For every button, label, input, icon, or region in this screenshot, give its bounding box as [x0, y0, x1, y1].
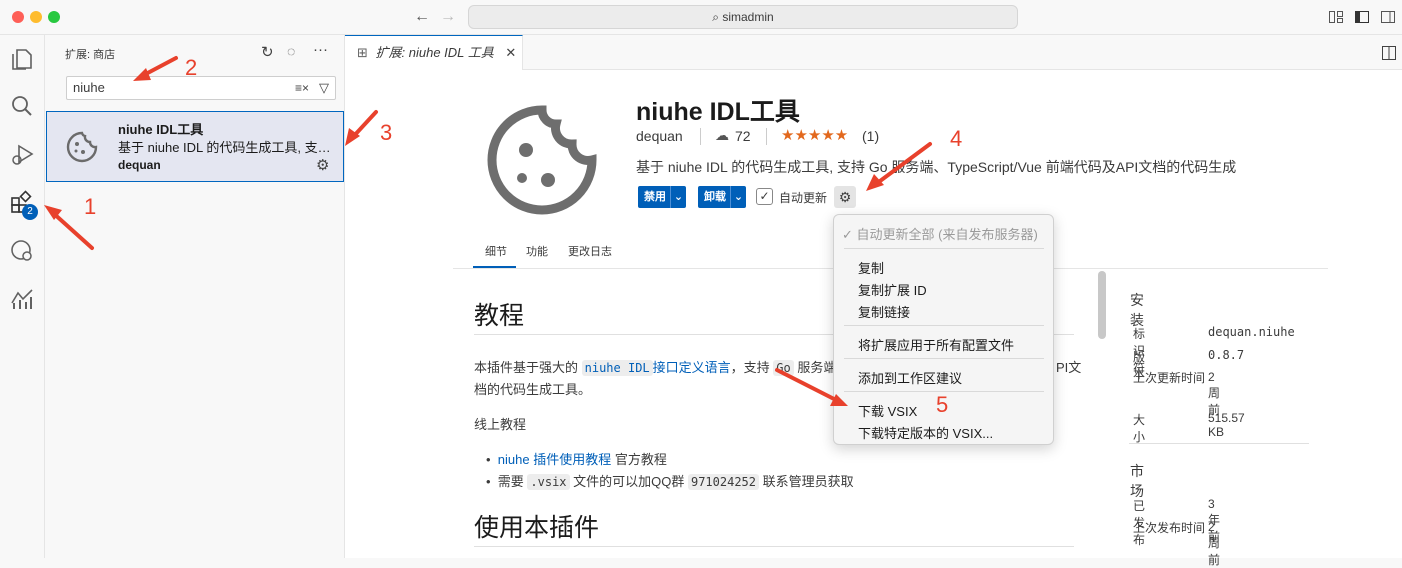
divider — [700, 128, 701, 145]
search-icon: ⌕ — [712, 10, 723, 24]
remote-explorer-icon[interactable] — [8, 237, 36, 265]
manage-gear-icon[interactable]: ⚙ — [316, 156, 329, 174]
tutorial-link[interactable]: niuhe 插件使用教程 — [498, 452, 611, 467]
menu-separator — [844, 358, 1044, 359]
rating-stars[interactable]: ★★★★★ — [781, 126, 848, 144]
search-icon[interactable] — [8, 92, 36, 120]
menu-item-apply-all-profiles[interactable]: 将扩展应用于所有配置文件 — [858, 335, 1014, 354]
tab-extension[interactable]: ⊞ 扩展: niuhe IDL 工具 ✕ — [345, 35, 523, 70]
extension-item-publisher: dequan — [118, 158, 161, 172]
scrollbar-thumb[interactable] — [1098, 271, 1106, 339]
menu-item-download-specific-vsix[interactable]: 下载特定版本的 VSIX... — [858, 423, 993, 442]
menu-separator — [844, 325, 1044, 326]
close-tab-icon[interactable]: ✕ — [505, 45, 516, 60]
identifier-value: dequan.niuhe — [1208, 325, 1295, 339]
menu-item-auto-update-all: ✓ 自动更新全部 (来自发布服务器) — [842, 227, 1038, 242]
last-updated-label: 上次更新时间 — [1133, 371, 1206, 385]
menu-item-copy-extension-id[interactable]: 复制扩展 ID — [858, 280, 927, 299]
command-center-search[interactable]: ⌕ simadmin — [468, 5, 1018, 29]
market-panel-title: 市场 — [1130, 463, 1144, 499]
idl-link[interactable]: 接口定义语言 — [653, 360, 731, 375]
toggle-sidebar-icon[interactable] — [1354, 9, 1370, 25]
minimize-window-button[interactable] — [30, 11, 42, 23]
uninstall-button[interactable]: 卸载 ⌄ — [698, 186, 746, 208]
size-label: 大小 — [1133, 413, 1146, 444]
menu-item-copy[interactable]: 复制 — [858, 258, 884, 277]
annotation-1: 1 — [84, 194, 97, 219]
readme-heading-1: 教程 — [474, 302, 525, 330]
analytics-icon[interactable] — [8, 285, 36, 313]
size-value[interactable]: 515.57 KB — [1208, 411, 1245, 439]
chevron-down-icon[interactable]: ⌄ — [670, 186, 686, 208]
list-item: • 需要 .vsix 文件的可以加QQ群 971024252 联系管理员获取 — [486, 474, 854, 490]
clear-filter-icon[interactable]: ≡× — [295, 77, 309, 99]
readme-paragraph-tail: PI文 — [1056, 360, 1082, 375]
readme-paragraph: 本插件基于强大的 niuhe IDL 接口定义语言，支持 Go 服务端 — [474, 360, 837, 376]
readme-paragraph-2: 档的代码生成工具。 — [474, 382, 592, 397]
layout-panels-icon[interactable] — [1328, 9, 1344, 25]
auto-update-label: 自动更新 — [779, 191, 828, 205]
last-published-label: 上次发布时间 — [1133, 521, 1206, 535]
online-tutorial-label: 线上教程 — [474, 417, 527, 432]
explorer-icon[interactable] — [8, 45, 36, 73]
extension-description: 基于 niuhe IDL 的代码生成工具, 支持 Go 服务端、TypeScri… — [636, 159, 1237, 175]
menu-item-download-vsix[interactable]: 下载 VSIX — [858, 401, 917, 420]
filter-extensions-icon[interactable]: ◌ — [287, 43, 295, 59]
list-item: • niuhe 插件使用教程 官方教程 — [486, 452, 667, 467]
more-actions-icon[interactable]: ··· — [313, 41, 328, 58]
extensions-icon: ⊞ — [357, 45, 368, 60]
extension-settings-gear-icon[interactable]: ⚙ — [834, 186, 856, 208]
extension-item-name: niuhe IDL工具 — [118, 122, 204, 137]
activity-bar: 2 — [0, 35, 45, 558]
download-cloud-icon: ☁ — [715, 127, 729, 143]
install-count: 72 — [735, 128, 751, 144]
readme-heading-2: 使用本插件 — [474, 514, 600, 542]
extensions-badge: 2 — [22, 204, 38, 220]
split-editor-icon[interactable] — [1382, 46, 1396, 60]
title-bar: ← → ⌕ simadmin — [0, 0, 1402, 35]
extension-title: niuhe IDL工具 — [636, 98, 800, 126]
divider — [766, 128, 767, 145]
extensions-search-input[interactable]: niuhe ≡× ▽ — [66, 76, 336, 100]
editor-tabs: ⊞ 扩展: niuhe IDL 工具 ✕ — [345, 35, 1402, 70]
extension-list-item[interactable]: niuhe IDL工具 基于 niuhe IDL 的代码生成工具, 支… deq… — [46, 111, 344, 182]
back-arrow-icon[interactable]: ← — [414, 8, 430, 26]
toggle-panel-icon[interactable] — [1380, 9, 1396, 25]
install-panel-title: 安装 — [1130, 292, 1144, 328]
extension-publisher[interactable]: dequan — [636, 128, 683, 144]
heading-rule — [474, 546, 1074, 547]
cookie-icon — [66, 131, 98, 163]
divider — [1129, 443, 1309, 444]
annotation-5: 5 — [936, 392, 949, 417]
annotation-4: 4 — [950, 126, 963, 151]
tab-changelog[interactable]: 更改日志 — [568, 243, 612, 259]
tab-features[interactable]: 功能 — [526, 243, 548, 259]
disable-button[interactable]: 禁用 ⌄ — [638, 186, 686, 208]
extensions-sidebar: 扩展: 商店 ↻ ◌ ··· niuhe ≡× ▽ niuhe IDL工具 基于… — [45, 35, 345, 558]
refresh-icon[interactable]: ↻ — [261, 43, 274, 61]
forward-arrow-icon[interactable]: → — [440, 8, 456, 26]
sidebar-title: 扩展: 商店 — [65, 49, 116, 61]
maximize-window-button[interactable] — [48, 11, 60, 23]
version-value: 0.8.7 — [1208, 348, 1245, 362]
menu-item-copy-link[interactable]: 复制链接 — [858, 302, 910, 321]
annotation-2: 2 — [185, 55, 198, 80]
run-debug-icon[interactable] — [8, 140, 36, 168]
filter-icon[interactable]: ▽ — [319, 77, 329, 99]
annotation-3: 3 — [380, 120, 393, 145]
last-published-value: 2 周前 — [1208, 520, 1221, 567]
extension-item-description: 基于 niuhe IDL 的代码生成工具, 支… — [118, 140, 331, 155]
extension-logo-icon — [487, 105, 597, 215]
chevron-down-icon[interactable]: ⌄ — [730, 186, 746, 208]
close-window-button[interactable] — [12, 11, 24, 23]
auto-update-checkbox[interactable]: ✓ — [756, 188, 773, 205]
menu-item-add-workspace-recommendation[interactable]: 添加到工作区建议 — [858, 368, 962, 387]
tab-details[interactable]: 细节 — [485, 243, 507, 259]
menu-separator — [844, 248, 1044, 249]
rating-count: (1) — [862, 128, 880, 144]
